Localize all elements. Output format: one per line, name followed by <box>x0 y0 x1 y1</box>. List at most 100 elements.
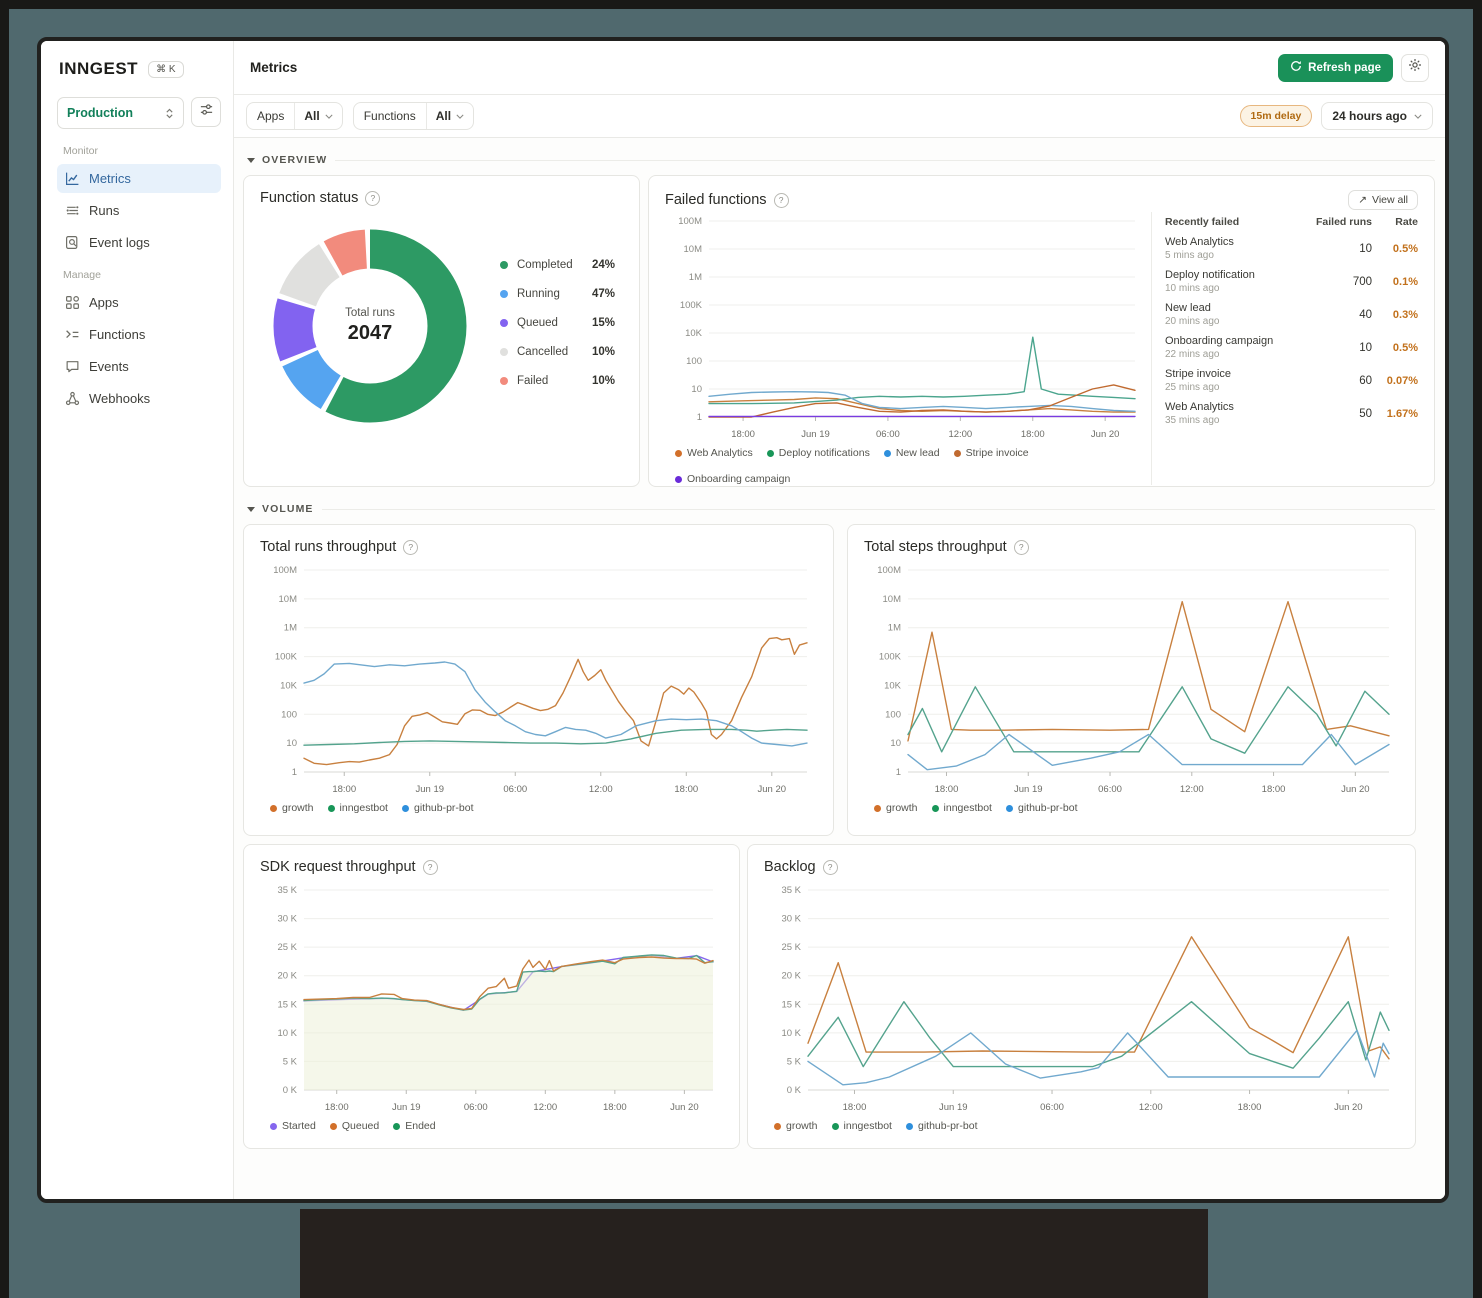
table-row[interactable]: Web Analytics 5 mins ago 10 0.5% <box>1165 236 1418 261</box>
legend-item: Queued <box>329 1120 380 1132</box>
svg-text:100K: 100K <box>680 300 703 311</box>
sidebar-item-apps[interactable]: Apps <box>57 288 221 317</box>
apps-filter[interactable]: Apps All <box>246 102 343 130</box>
sidebar-item-event-logs[interactable]: Event logs <box>57 228 221 257</box>
table-row[interactable]: Deploy notification 10 mins ago 700 0.1% <box>1165 269 1418 294</box>
legend-label: growth <box>282 802 314 814</box>
status-label: Completed <box>517 258 573 271</box>
functions-filter[interactable]: Functions All <box>352 102 475 130</box>
help-icon[interactable]: ? <box>403 539 419 555</box>
svg-text:Jun 19: Jun 19 <box>1014 784 1043 795</box>
sidebar: INNGEST ⌘ K Production Monitor Metrics Run… <box>41 41 234 1199</box>
view-all-button[interactable]: ↗ View all <box>1348 190 1418 210</box>
help-icon[interactable]: ? <box>422 859 438 875</box>
app-window: INNGEST ⌘ K Production Monitor Metrics Run… <box>37 37 1449 1203</box>
svg-text:18:00: 18:00 <box>1021 429 1045 440</box>
legend-label: github-pr-bot <box>1017 802 1078 814</box>
svg-text:20 K: 20 K <box>781 971 801 982</box>
sidebar-item-runs[interactable]: Runs <box>57 196 221 225</box>
overview-section-header[interactable]: OVERVIEW <box>247 154 1435 166</box>
total-steps-chart-legend: growth inngestbot github-pr-bot <box>874 802 1399 814</box>
failed-function-name: Web Analytics <box>1165 401 1234 413</box>
table-row[interactable]: Onboarding campaign 22 mins ago 10 0.5% <box>1165 335 1418 360</box>
legend-item: New lead <box>883 447 940 459</box>
svg-text:100: 100 <box>281 709 297 720</box>
backlog-chart: 35 K 30 K 25 K 20 K 15 K 10 K 5 K 0 K 18:00 Jun 1… <box>764 881 1399 1117</box>
legend-dot <box>905 1122 913 1130</box>
legend-label: github-pr-bot <box>413 802 474 814</box>
page-header: Metrics Refresh page <box>234 41 1445 95</box>
gear-icon <box>1408 58 1422 77</box>
functions-filter-value: All <box>435 109 452 123</box>
sidebar-item-functions[interactable]: Functions <box>57 320 221 349</box>
total-runs-chart-legend: growth inngestbot github-pr-bot <box>270 802 817 814</box>
sidebar-item-webhooks[interactable]: Webhooks <box>57 384 221 413</box>
svg-text:100: 100 <box>686 356 702 367</box>
legend-item: Stripe invoice <box>953 447 1029 459</box>
function-status-donut: Total runs 2047 <box>272 228 468 424</box>
failed-function-name: Deploy notification <box>1165 269 1255 281</box>
help-icon[interactable]: ? <box>773 192 789 208</box>
svg-text:10K: 10K <box>685 328 703 339</box>
svg-text:18:00: 18:00 <box>1238 1102 1262 1113</box>
legend-dot <box>774 1122 781 1130</box>
svg-text:Jun 19: Jun 19 <box>801 429 830 440</box>
failed-function-time: 22 mins ago <box>1165 349 1220 360</box>
legend-label: Ended <box>405 1120 436 1132</box>
table-row[interactable]: Stripe invoice 25 mins ago 60 0.07% <box>1165 368 1418 393</box>
sidebar-section-label: Monitor <box>63 145 99 157</box>
legend-dot <box>1005 804 1013 812</box>
table-row[interactable]: Web Analytics 35 mins ago 50 1.67% <box>1165 401 1418 426</box>
failed-functions-card: Failed functions ? ↗ View all 100M 10M 1M 1… <box>648 175 1435 487</box>
status-percent: 10% <box>591 374 615 387</box>
refresh-page-button[interactable]: Refresh page <box>1278 53 1393 82</box>
status-label: Cancelled <box>517 345 569 358</box>
legend-label: inngestbot <box>339 802 388 814</box>
chevron-down-icon <box>456 114 464 119</box>
sliders-icon <box>199 102 214 122</box>
backlog-title: Backlog <box>764 859 816 875</box>
apps-icon <box>65 295 80 310</box>
failed-functions-chart-legend: Web Analytics Deploy notifications New lea… <box>675 447 1145 485</box>
total-runs-value: 2047 <box>347 322 393 344</box>
collapse-triangle-icon <box>247 506 255 512</box>
sidebar-item-label: Event logs <box>89 235 150 250</box>
legend-dot <box>675 449 682 457</box>
time-range-select[interactable]: 24 hours ago <box>1321 102 1433 130</box>
environment-filter-button[interactable] <box>191 97 221 127</box>
sidebar-section-label: Manage <box>63 269 101 281</box>
status-percent: 10% <box>591 345 615 358</box>
svg-text:10M: 10M <box>279 594 298 605</box>
help-icon[interactable]: ? <box>822 859 838 875</box>
legend-item: Web Analytics <box>675 447 753 459</box>
environment-select[interactable]: Production <box>57 97 184 129</box>
help-icon[interactable]: ? <box>1013 539 1029 555</box>
total-steps-throughput-title: Total steps throughput <box>864 539 1007 555</box>
svg-text:10: 10 <box>890 738 901 749</box>
table-row[interactable]: New lead 20 mins ago 40 0.3% <box>1165 302 1418 327</box>
svg-text:Jun 19: Jun 19 <box>392 1102 421 1113</box>
svg-text:Jun 19: Jun 19 <box>939 1102 968 1113</box>
svg-text:Jun 20: Jun 20 <box>1091 429 1120 440</box>
legend-dot <box>831 1122 839 1130</box>
volume-section-header[interactable]: VOLUME <box>247 503 1435 515</box>
function-status-title: Function status <box>260 190 359 206</box>
command-k-shortcut[interactable]: ⌘ K <box>148 60 184 78</box>
svg-text:20 K: 20 K <box>277 971 297 982</box>
webhooks-icon <box>65 391 80 406</box>
help-icon[interactable]: ? <box>365 190 381 206</box>
status-legend-row: Completed 24% <box>500 250 623 279</box>
legend-label: Queued <box>341 1120 380 1132</box>
svg-text:18:00: 18:00 <box>935 784 959 795</box>
sidebar-item-label: Functions <box>89 327 146 342</box>
svg-text:06:00: 06:00 <box>503 784 527 795</box>
apps-filter-label: Apps <box>257 109 285 123</box>
svg-text:1: 1 <box>697 412 702 423</box>
settings-button[interactable] <box>1401 53 1429 82</box>
sidebar-item-events[interactable]: Events <box>57 352 221 381</box>
sidebar-item-metrics[interactable]: Metrics <box>57 164 221 193</box>
svg-text:12:00: 12:00 <box>948 429 972 440</box>
status-legend-row: Queued 15% <box>500 308 623 337</box>
legend-dot <box>500 260 508 269</box>
metrics-icon <box>65 171 80 186</box>
